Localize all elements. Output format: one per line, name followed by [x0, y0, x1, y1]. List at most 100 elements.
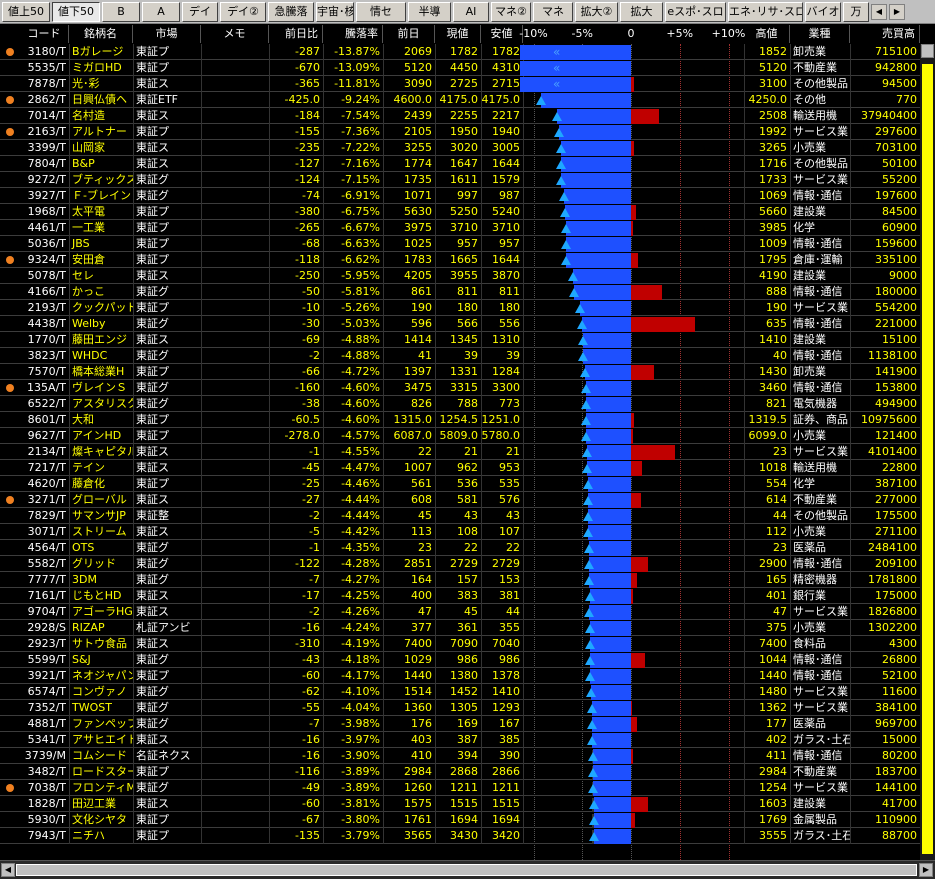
table-row[interactable]: 1968/T 太平電 東証プ -380 -6.75% 5630 5250 5240 5660 建設… [0, 204, 920, 220]
tab-scroll-left-icon[interactable]: ◀ [871, 4, 887, 20]
vertical-scroll-thumb[interactable] [922, 64, 933, 854]
table-row[interactable]: 2193/T クックパッド 東証プ -10 -5.26% 190 180 180 190 サービス… [0, 300, 920, 316]
cell-name: かっこ [72, 285, 105, 298]
table-row[interactable]: 3271/T グローバル 東証ス -27 -4.44% 608 581 576 614 不動産業 2… [0, 492, 920, 508]
tab-scroll-right-icon[interactable]: ▶ [889, 4, 905, 20]
tab-5[interactable]: デイ② [220, 2, 266, 22]
table-row[interactable]: 1828/T 田辺工業 東証ス -60 -3.81% 1575 1515 1515 1603 建設… [0, 796, 920, 812]
tab-12[interactable]: マネ [533, 2, 573, 22]
table-row[interactable]: 4166/T かっこ 東証グ -50 -5.81% 861 811 811 888 情報･通信 18… [0, 284, 920, 300]
tab-0[interactable]: 値上50 [2, 2, 50, 22]
table-row[interactable]: 2163/T アルトナー 東証プ -155 -7.36% 2105 1950 1940 1992… [0, 124, 920, 140]
table-row[interactable]: 7829/T サマンサJP 東証整 -2 -4.44% 45 43 43 44 その他製品 1755… [0, 508, 920, 524]
table-row[interactable]: 2923/T サトウ食品 東証ス -310 -4.19% 7400 7090 7040 7400… [0, 636, 920, 652]
table-row[interactable]: 3482/T ロードスター 東証プ -116 -3.89% 2984 2868 2866 298… [0, 764, 920, 780]
tab-17[interactable]: バイオ [805, 2, 841, 22]
table-row[interactable]: 9704/T アゴーラHG 東証ス -2 -4.26% 47 45 44 47 サービス業 1826… [0, 604, 920, 620]
table-row[interactable]: 3739/M コムシード 名証ネクス -16 -3.90% 410 394 390 411 情報･… [0, 748, 920, 764]
horizontal-scroll-thumb[interactable] [16, 864, 917, 876]
cell-high: 1480 [759, 685, 787, 698]
tab-18[interactable]: 万 [843, 2, 869, 22]
table-row[interactable]: 3927/T Ｆ-ブレイン 東証グ -74 -6.91% 1071 997 987 1069 情報… [0, 188, 920, 204]
table-row[interactable]: 2862/T 日興仏債ヘ 東証ETF -425.0 -9.24% 4600.0 4175.0… [0, 92, 920, 108]
scroll-up-arrow[interactable] [921, 44, 934, 58]
column-separator [201, 300, 202, 316]
cell-industry: 情報･通信 [793, 317, 843, 330]
table-row[interactable]: 4461/T 一工業 東証プ -265 -6.67% 3975 3710 3710 3985 化学… [0, 220, 920, 236]
vertical-scrollbar[interactable] [920, 44, 935, 860]
tab-14[interactable]: 拡大 [620, 2, 663, 22]
table-row[interactable]: 7804/T B&P 東証ス -127 -7.16% 1774 1647 1644 1716 その… [0, 156, 920, 172]
horizontal-scrollbar[interactable]: ◀ ▶ [0, 860, 935, 879]
tab-15[interactable]: eスポ･スロ [665, 2, 726, 22]
table-row[interactable]: 5036/T JBS 東証プ -68 -6.63% 1025 957 957 1009 情報･通信… [0, 236, 920, 252]
table-row[interactable]: 9627/T アインHD 東証プ -278.0 -4.57% 6087.0 5809.0 57… [0, 428, 920, 444]
cell-prev: 3090 [404, 77, 432, 90]
table-row[interactable]: 7777/T 3DM 東証グ -7 -4.27% 164 157 153 165 精密機器 1781… [0, 572, 920, 588]
table-row[interactable]: 4881/T ファンペップ 東証グ -7 -3.98% 176 169 167 177 医薬品 96… [0, 716, 920, 732]
tab-6[interactable]: 急騰落 [268, 2, 314, 22]
table-row[interactable]: 135A/T ヴレインＳ 東証グ -160 -4.60% 3475 3315 3300 3460… [0, 380, 920, 396]
header-market[interactable]: 市場 [133, 25, 201, 43]
table-row[interactable]: 3921/T ネオジャパン 東証プ -60 -4.17% 1440 1380 1378 1440… [0, 668, 920, 684]
current-price-triangle-icon [587, 752, 598, 761]
table-row[interactable]: 5582/T グリッド 東証グ -122 -4.28% 2851 2729 2729 2900 情… [0, 556, 920, 572]
header-name[interactable]: 銘柄名 [69, 25, 133, 43]
header-rate[interactable]: 騰落率 [323, 25, 383, 43]
table-row[interactable]: 6574/T コンヴァノ 東証グ -62 -4.10% 1514 1452 1410 1480 サ… [0, 684, 920, 700]
table-row[interactable]: 9324/T 安田倉 東証プ -118 -6.62% 1783 1665 1644 1795 倉庫… [0, 252, 920, 268]
column-separator [523, 588, 524, 604]
tab-16[interactable]: エネ･リサ･スロ [728, 2, 803, 22]
table-row[interactable]: 7217/T テイン 東証ス -45 -4.47% 1007 962 953 1018 輸送用機 2… [0, 460, 920, 476]
table-row[interactable]: 5078/T セレ 東証ス -250 -5.95% 4205 3955 3870 4190 建設業… [0, 268, 920, 284]
table-row[interactable]: 7878/T 光･彩 東証ス -365 -11.81% 3090 2725 2715 3100 そ… [0, 76, 920, 92]
tab-2[interactable]: B [102, 2, 140, 22]
table-row[interactable]: 6522/T アスタリスク 東証グ -38 -4.60% 826 788 773 821 電気機器… [0, 396, 920, 412]
table-row[interactable]: 5535/T ミガロHD 東証プ -670 -13.09% 5120 4450 4310 512… [0, 60, 920, 76]
cell-now: 1380 [450, 669, 478, 682]
table-row[interactable]: 7014/T 名村造 東証ス -184 -7.54% 2439 2255 2217 2508 輸送… [0, 108, 920, 124]
table-row[interactable]: 2134/T 燦キャピタル 東証ス -1 -4.55% 22 21 21 23 サービス業 4101… [0, 444, 920, 460]
table-row[interactable]: 4564/T OTS 東証グ -1 -4.35% 23 22 22 23 医薬品 2484100 [0, 540, 920, 556]
table-row[interactable]: 7943/T ニチハ 東証プ -135 -3.79% 3565 3430 3420 3555 ガラ… [0, 828, 920, 844]
table-row[interactable]: 7038/T フロンティM 東証グ -49 -3.89% 1260 1211 1211 1254… [0, 780, 920, 796]
table-row[interactable]: 5341/T アサヒエイト 東証ス -16 -3.97% 403 387 385 402 ガラス･… [0, 732, 920, 748]
header-change[interactable]: 前日比 [269, 25, 323, 43]
cell-name: S&J [72, 653, 91, 666]
header-code[interactable]: コード [20, 25, 69, 43]
tab-1[interactable]: 値下50 [52, 2, 100, 22]
tab-3[interactable]: A [142, 2, 180, 22]
table-row[interactable]: 9272/T ブティックス 東証グ -124 -7.15% 1735 1611 1579 173… [0, 172, 920, 188]
table-row[interactable]: 8601/T 大和 東証プ -60.5 -4.60% 1315.0 1254.5 1251.0… [0, 412, 920, 428]
header-now[interactable]: 現値 [435, 25, 481, 43]
table-row[interactable]: 4438/T Welby 東証グ -30 -5.03% 596 566 556 635 情報･通信… [0, 316, 920, 332]
scroll-right-arrow[interactable]: ▶ [919, 863, 933, 877]
tab-13[interactable]: 拡大② [575, 2, 618, 22]
scroll-left-arrow[interactable]: ◀ [1, 863, 15, 877]
header-memo[interactable]: メモ [201, 25, 269, 43]
table-row[interactable]: 7161/T じもとHD 東証ス -17 -4.25% 400 383 381 401 銀行業 17… [0, 588, 920, 604]
table-row[interactable]: 3399/T 山岡家 東証ス -235 -7.22% 3255 3020 3005 3265 小売… [0, 140, 920, 156]
table-row[interactable]: 3071/T ストリーム 東証ス -5 -4.42% 113 108 107 112 小売業 271… [0, 524, 920, 540]
header-high[interactable]: 高値 [744, 25, 790, 43]
cell-industry: 銀行業 [793, 589, 826, 602]
table-row[interactable]: 5599/T S&J 東証グ -43 -4.18% 1029 986 986 1044 情報･通信… [0, 652, 920, 668]
table-row[interactable]: 7570/T 橋本総業H 東証プ -66 -4.72% 1397 1331 1284 1430 卸… [0, 364, 920, 380]
table-row[interactable]: 4620/T 藤倉化 東証プ -25 -4.46% 561 536 535 554 化学 38710… [0, 476, 920, 492]
table-row[interactable]: 3823/T WHDC 東証グ -2 -4.88% 41 39 39 40 情報･通信 113810… [0, 348, 920, 364]
tab-11[interactable]: マネ② [491, 2, 531, 22]
header-industry[interactable]: 業種 [790, 25, 850, 43]
tab-7[interactable]: 宇宙･核 [316, 2, 354, 22]
tab-8[interactable]: 情セ [356, 2, 406, 22]
table-row[interactable]: 5930/T 文化シヤタ 東証プ -67 -3.80% 1761 1694 1694 1769 金… [0, 812, 920, 828]
tab-9[interactable]: 半導 [408, 2, 451, 22]
header-volume[interactable]: 売買高 [850, 25, 920, 43]
table-row[interactable]: 1770/T 藤田エンジ 東証ス -69 -4.88% 1414 1345 1310 1410 建… [0, 332, 920, 348]
table-row[interactable]: 3180/T Bガレージ 東証プ -287 -13.87% 2069 1782 1782 185… [0, 44, 920, 60]
tab-4[interactable]: デイ [182, 2, 218, 22]
tab-10[interactable]: AI [453, 2, 489, 22]
table-row[interactable]: 7352/T TWOST 東証グ -55 -4.04% 1360 1305 1293 1362 サ… [0, 700, 920, 716]
table-row[interactable]: 2928/S RIZAP 札証アンビ -16 -4.24% 377 361 355 375 小売業… [0, 620, 920, 636]
cell-rate: -3.80% [341, 813, 380, 826]
header-prev[interactable]: 前日 [383, 25, 435, 43]
